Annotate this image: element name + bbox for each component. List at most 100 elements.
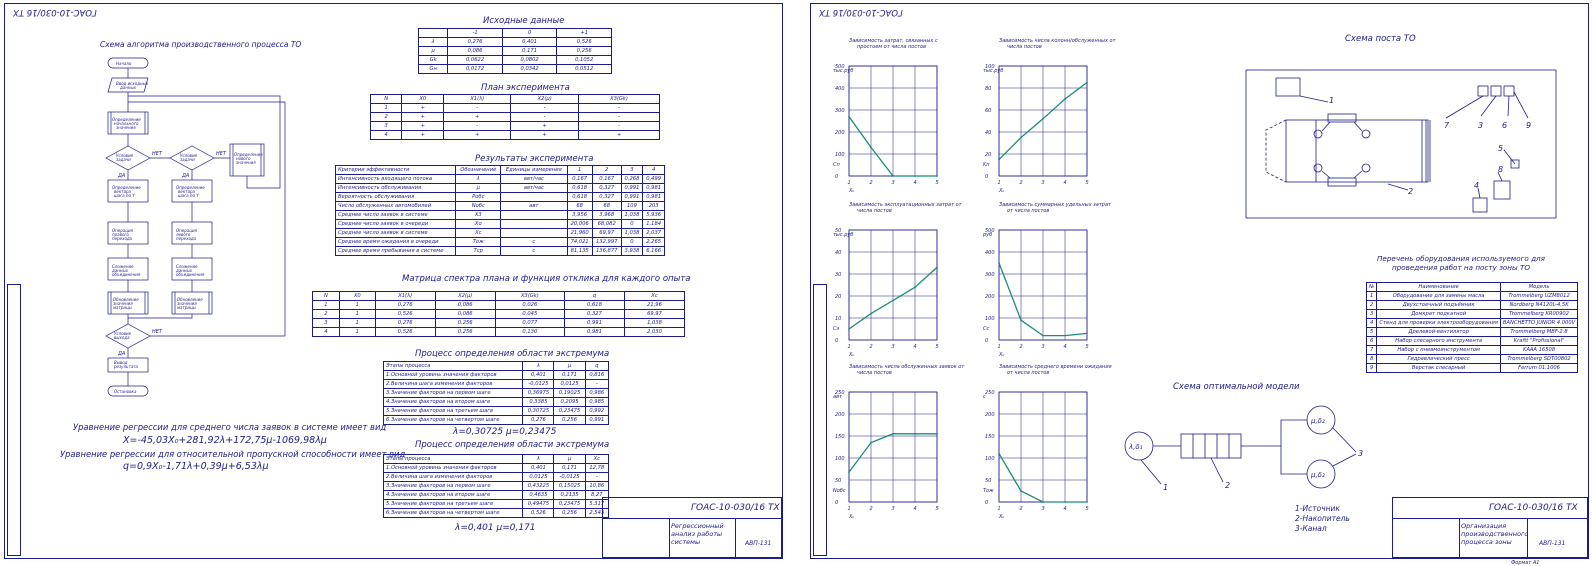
table-cell: 20,006 <box>566 219 593 229</box>
table-cell: Xc <box>623 291 686 301</box>
regression-1-title: Уравнение регрессии для среднего числа з… <box>73 422 387 432</box>
chart-3-ytick: 10 <box>835 316 841 322</box>
model-legend-3: 3-Канал <box>1295 524 1327 533</box>
chart-4-xtick: 3 <box>1042 344 1045 350</box>
table-cell: X3(Gk) <box>578 94 660 104</box>
table-cell: + <box>578 130 660 140</box>
svg-text:Остановка: Остановка <box>114 389 137 394</box>
chart-4-ytick: 300 <box>985 272 995 278</box>
chart-6-xtick: 1 <box>998 506 1001 512</box>
process1-title: Процесс определения области экстремума <box>415 349 610 359</box>
table-cell: Интенсивность обслуживания <box>334 183 457 193</box>
table-cell: 3,956 <box>566 210 593 220</box>
chart-5-xtick: 3 <box>892 506 895 512</box>
table-cell: 5.Значение факторов на третьем шаге <box>382 499 524 509</box>
table-cell: № <box>1365 282 1378 292</box>
table-cell: 4 <box>369 130 403 140</box>
chart-3-point <box>892 299 894 302</box>
table-cell: Среднее число заявок в системе <box>334 210 457 220</box>
chart-1-point <box>848 115 850 118</box>
chart-2-point <box>1020 136 1022 139</box>
table-cell: -1 <box>447 28 503 38</box>
sheet2-title-block: ГОАС-10-030/16 ТХ Организация производст… <box>1392 497 1588 559</box>
sheet1-code-rotated: ГОАС-10-030/16 ТХ <box>13 7 97 17</box>
table-row: 2 Двухстоечный подъёмник Nordberg N4120L-4… <box>1365 300 1579 310</box>
chart-1-ytick: 200 <box>835 130 845 136</box>
table-row: 1 + - - - <box>369 103 660 113</box>
table-cell: 0,256 <box>556 46 612 56</box>
table-row: Среднее время ожидания в очереди Tож с 74,0… <box>334 237 665 247</box>
table-row: 5 Дрелевой-вентилятор Trommelberg MBF-2.8 <box>1365 327 1579 337</box>
drawing-sheet-1: ГОАС-10-030/16 ТХ Схема алгоритма произв… <box>4 3 783 559</box>
svg-text:объединения: объединения <box>112 272 141 277</box>
table-cell: 68,082 <box>591 219 622 229</box>
table-row: 1 1 0,276 0,086 0,026 0,618 21,96 <box>312 300 686 310</box>
chart-6-point <box>1064 501 1066 503</box>
chart-1-point <box>936 175 938 177</box>
chart-2-xlabel: Xₖ <box>998 188 1005 194</box>
process1-result: λ=0,30725 μ=0,23475 <box>453 427 557 437</box>
sheet2-stamp-code: ГОАС-10-030/16 ТХ <box>1489 503 1578 513</box>
table-cell: μ <box>417 46 449 56</box>
table-cell: X3(Gk) <box>494 291 565 301</box>
table-cell: 3 <box>1365 309 1378 319</box>
chart-5-xlabel: Xₖ <box>848 514 855 520</box>
table-row: 4 Стенд для проверки электрооборудования B… <box>1365 318 1579 328</box>
table-cell: - <box>578 112 660 122</box>
chart-4-point <box>998 262 1000 264</box>
table-row: 6.Значение факторов на четвертом шаге 0,5… <box>382 508 610 518</box>
chart-6-ytick: 250 <box>985 390 995 396</box>
matrix-title: Матрица спектра плана и функция отклика … <box>402 274 691 284</box>
table-cell: 0,2135 <box>553 490 586 500</box>
table-cell: Gн <box>417 64 449 74</box>
table-row: 7 Набор с пневмоинструментом KAAA 16508 <box>1365 345 1579 355</box>
chart-5-xtick: 1 <box>848 506 851 512</box>
flow-yes-2: ДА <box>181 173 190 179</box>
table-row: 5.Значение факторов на третьем шаге 0,494… <box>382 499 610 509</box>
table-cell: 3.Значение факторов на первом шаге <box>382 388 524 398</box>
table-cell: Xо <box>455 219 502 229</box>
table-cell: 0,045 <box>494 309 565 319</box>
chart-4-point <box>1042 334 1044 337</box>
table-cell: Trommelberg SDT00802 <box>1499 354 1579 364</box>
table-cell: Верстак слесарный <box>1376 363 1501 373</box>
chart-4-ytick: 0 <box>985 338 988 344</box>
table-cell: 7 <box>1365 345 1378 355</box>
table-cell: Tож <box>455 237 502 247</box>
table-cell: 0,167 <box>566 174 593 184</box>
initial-data-table: -1 0 +1 λ 0,276 0,401 0,526 μ 0,086 0,171 0,256 Gk 0… <box>417 28 612 74</box>
table-cell: Pобс <box>455 192 502 202</box>
table-cell: 0,401 <box>522 370 555 380</box>
table-cell: 3 <box>312 318 340 328</box>
table-cell: 0,526 <box>374 309 436 319</box>
svg-text:значения: значения <box>236 160 256 165</box>
table-header-row: -1 0 +1 <box>417 28 612 38</box>
chart-6-xtick: 5 <box>1086 506 1089 512</box>
chart-3-point <box>936 266 938 269</box>
table-row: 1 Оборудование для замены масла Trommelber… <box>1365 291 1579 301</box>
table-row: 3 + - + - <box>369 121 660 131</box>
chart-5-point <box>848 471 850 473</box>
table-row: λ 0,276 0,401 0,526 <box>417 37 612 47</box>
chart-2-point <box>1086 81 1088 84</box>
table-cell: 0,276 <box>447 37 503 47</box>
table-cell: 1,038 <box>620 228 644 238</box>
table-cell: 0,981 <box>642 183 665 193</box>
table-cell: Nобс <box>455 201 502 211</box>
table-cell: X2(μ) <box>510 94 580 104</box>
table-cell: -0,0125 <box>522 379 555 389</box>
table-row: Среднее время пребывания в системе Tср с 81… <box>334 246 665 256</box>
table-cell: 1 <box>338 309 376 319</box>
table-cell: 0,991 <box>584 415 610 425</box>
chart-6-ytick: 100 <box>985 456 995 462</box>
svg-text:2: 2 <box>1225 481 1230 490</box>
table-cell: 6,166 <box>642 246 665 256</box>
table-cell: 0,256 <box>553 508 586 518</box>
table-cell: Tср <box>455 246 502 256</box>
table-cell: 4.Значение факторов на втором шаге <box>382 397 524 407</box>
experiment-plan-table: N X0 X1(λ) X2(μ) X3(Gk) 1 + - - -2 + + - -3 + - + -4 + + + + <box>369 94 660 140</box>
table-cell: 1 <box>566 165 593 175</box>
chart-4-point <box>1020 319 1022 322</box>
table-cell: 0,2095 <box>553 397 586 407</box>
table-cell: 0,30725 <box>522 406 555 416</box>
